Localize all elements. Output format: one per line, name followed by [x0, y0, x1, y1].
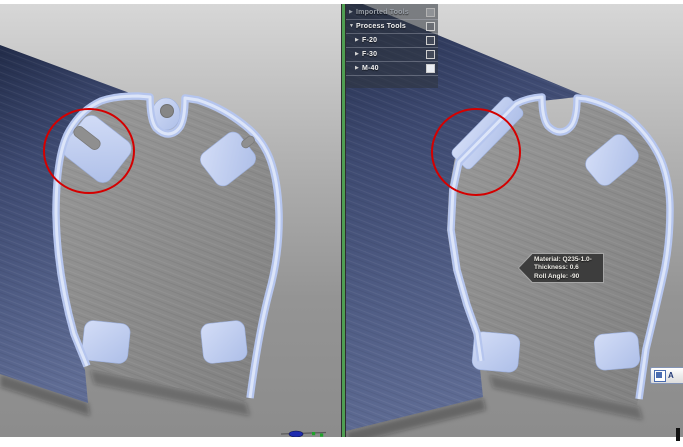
tool-visibility-checkbox[interactable]: [426, 50, 435, 59]
viewport-panel-left[interactable]: [0, 4, 341, 437]
tree-item-process-tools[interactable]: ▼Process Tools: [346, 20, 438, 34]
partial-button[interactable]: A: [650, 367, 683, 384]
thumbnail-icon: [654, 370, 666, 382]
viewport-panel-right[interactable]: ▶Imported Tools▼Process Tools▶F-20▶F-30▶…: [346, 4, 683, 437]
tool-tree-panel: ▶Imported Tools▼Process Tools▶F-20▶F-30▶…: [346, 4, 438, 88]
tab-bottom-right: [200, 320, 248, 364]
viewport-3d: ▶Imported Tools▼Process Tools▶F-20▶F-30▶…: [0, 4, 683, 437]
tree-item-m-40[interactable]: ▶M-40: [346, 62, 438, 76]
tree-item-f-20[interactable]: ▶F-20: [346, 34, 438, 48]
tree-item-label: Imported Tools: [356, 9, 409, 16]
tool-visibility-checkbox[interactable]: [426, 8, 435, 17]
tree-item-label: F-20: [362, 37, 377, 44]
notch-hole: [161, 105, 174, 118]
scene-left: [0, 4, 341, 437]
tool-visibility-checkbox[interactable]: [426, 22, 435, 31]
expand-triangle-icon[interactable]: ▶: [349, 10, 356, 15]
partial-button-label: A: [668, 371, 674, 380]
tool-visibility-checkbox[interactable]: [426, 64, 435, 73]
expand-triangle-icon[interactable]: ▶: [355, 66, 362, 71]
tree-item-f-30[interactable]: ▶F-30: [346, 48, 438, 62]
collapse-triangle-icon[interactable]: ▼: [349, 24, 356, 29]
tree-item-label: Process Tools: [356, 23, 406, 30]
material-tooltip-text: Material: Q235-1.0-Thickness: 0.6Roll An…: [534, 256, 592, 281]
tree-item-imported-tools[interactable]: ▶Imported Tools: [346, 6, 438, 20]
screen-edge-artifact: [676, 428, 680, 441]
material-tooltip: Material: Q235-1.0-Thickness: 0.6Roll An…: [518, 253, 604, 283]
tab-bottom-left: [81, 320, 131, 365]
application-window: ▶Imported Tools▼Process Tools▶F-20▶F-30▶…: [0, 0, 683, 447]
tooltip-line: Thickness: 0.6: [534, 264, 592, 272]
tooltip-line: Roll Angle: -90: [534, 273, 592, 281]
tree-item-label: F-30: [362, 51, 377, 58]
tree-item-label: M-40: [362, 65, 379, 72]
expand-triangle-icon[interactable]: ▶: [355, 38, 362, 43]
expand-triangle-icon[interactable]: ▶: [355, 52, 362, 57]
tab-bottom-right: [594, 331, 641, 371]
axis-triad-icon: [281, 431, 326, 437]
tool-visibility-checkbox[interactable]: [426, 36, 435, 45]
